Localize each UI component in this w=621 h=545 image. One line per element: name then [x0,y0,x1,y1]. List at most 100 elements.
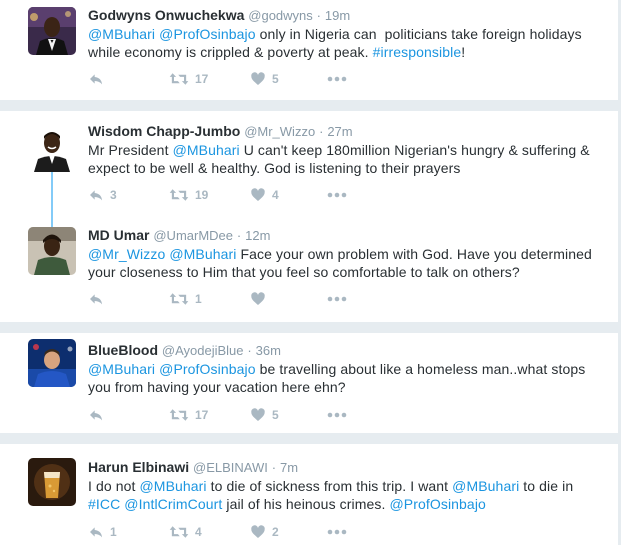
author-handle[interactable]: @Mr_Wizzo [244,124,315,139]
heart-icon [251,408,265,421]
timestamp[interactable]: 7m [280,460,298,475]
tweet-text-line: expect to be well & healthy. God is list… [88,159,606,177]
author-handle[interactable]: @godwyns [248,8,313,23]
like-button[interactable]: 5 [250,71,327,87]
more-button[interactable] [327,529,347,535]
author-handle[interactable]: @UmarMDee [153,228,233,243]
tweet-text-line: Mr President @MBuhari U can't keep 180mi… [88,141,606,159]
author-handle[interactable]: @ELBINAWI [193,460,268,475]
author-handle[interactable]: @AyodejiBlue [162,343,244,358]
timestamp[interactable]: 36m [256,343,281,358]
author-name[interactable]: Godwyns Onwuchekwa [88,7,244,23]
tweet-text-segment: expect to be well & healthy. God is list… [88,160,461,176]
tweet[interactable]: Harun Elbinawi @ELBINAWI · 7m I do not @… [0,444,618,545]
author-name[interactable]: Wisdom Chapp-Jumbo [88,123,240,139]
tweet-text-segment: jail of his heinous crimes. [222,496,390,512]
tweet-link[interactable]: @MBuhari [452,478,519,494]
avatar[interactable] [28,7,76,55]
tweet-text-line: while economy is crippled & poverty at p… [88,43,606,61]
tweet-link[interactable]: @Mr_Wizzo [88,246,165,262]
tweet-text-segment: be travelling about like a homeless man.… [255,361,586,377]
more-button[interactable] [327,76,347,82]
reply-icon [90,294,102,305]
tweet[interactable]: Godwyns Onwuchekwa @godwyns · 19m @MBuha… [0,0,618,100]
tweet-text-segment: U can't keep 180million Nigerian's hungr… [239,142,590,158]
more-icon [327,76,347,82]
more-icon [327,192,347,198]
reply-button[interactable] [88,291,169,307]
tweet-link[interactable]: @MBuhari [173,142,240,158]
tweet-text: I do not @MBuhari to die of sickness fro… [88,477,606,513]
retweet-icon [169,526,189,538]
retweet-button[interactable]: 19 [169,187,250,203]
retweet-button[interactable]: 17 [169,71,250,87]
retweet-count: 17 [195,72,209,86]
more-icon [327,296,347,302]
retweet-icon [169,293,189,305]
timestamp[interactable]: 27m [327,124,352,139]
tweet-link[interactable]: @IntlCrimCourt [124,496,222,512]
reply-button[interactable] [88,71,169,87]
more-button[interactable] [327,296,347,302]
avatar[interactable] [28,124,76,172]
avatar[interactable] [28,458,76,506]
tweet-text-segment: to die in [519,478,574,494]
like-button[interactable] [250,291,327,307]
reply-button[interactable]: 1 [88,524,169,540]
tweet[interactable]: BlueBlood @AyodejiBlue · 36m @MBuhari @P… [0,333,618,433]
reply-icon [90,410,102,421]
retweet-button[interactable]: 17 [169,407,250,423]
tweet-text-line: your closeness to Him that you feel so c… [88,263,606,281]
avatar[interactable] [28,339,76,387]
timeline-stream: Godwyns Onwuchekwa @godwyns · 19m @MBuha… [0,0,618,545]
like-button[interactable]: 4 [250,187,327,203]
conversation-thread-line [51,171,53,229]
author-name[interactable]: Harun Elbinawi [88,459,189,475]
tweet-text: @MBuhari @ProfOsinbajo only in Nigeria c… [88,25,606,61]
timestamp[interactable]: 19m [325,8,350,23]
reply-button[interactable]: 3 [88,187,169,203]
retweet-count: 19 [195,188,209,202]
tweet-text-segment: only in Nigeria can politicians take for… [255,26,582,42]
time-separator: · [316,8,322,23]
author-name[interactable]: MD Umar [88,227,149,243]
reply-button[interactable] [88,407,169,423]
conversation-module: Wisdom Chapp-Jumbo @Mr_Wizzo · 27m Mr Pr… [0,111,618,322]
tweet-link[interactable]: @ProfOsinbajo [159,26,255,42]
heart-icon [251,292,265,305]
retweet-icon [169,409,189,421]
tweet-link[interactable]: @ProfOsinbajo [159,361,255,377]
tweet-text-segment: ! [461,44,466,60]
avatar[interactable] [28,227,76,275]
tweet-text-segment: you from having your vacation here ehn? [88,379,346,395]
more-button[interactable] [327,412,347,418]
like-count: 2 [272,525,279,539]
tweet-text-segment: to die of sickness from this trip. I wan… [206,478,453,494]
tweet-link[interactable]: @MBuhari [88,26,155,42]
tweet-link[interactable]: @ProfOsinbajo [389,496,485,512]
retweet-button[interactable]: 1 [169,291,250,307]
like-count: 5 [272,72,279,86]
tweet-text-segment: your closeness to Him that you feel so c… [88,264,520,280]
heart-icon [251,72,265,85]
tweet-text-segment: while economy is crippled & poverty at p… [88,44,373,60]
tweet-text-segment: Mr President [88,142,173,158]
tweet-link[interactable]: @MBuhari [88,361,155,377]
like-button[interactable]: 5 [250,407,327,423]
reply-count: 3 [110,188,117,202]
tweet-link[interactable]: #irresponsible [373,44,462,60]
tweet-text-line: @Mr_Wizzo @MBuhari Face your own problem… [88,245,606,263]
reply-icon [90,190,102,201]
tweet-link[interactable]: #ICC [88,496,120,512]
like-button[interactable]: 2 [250,524,327,540]
tweet-link[interactable]: @MBuhari [169,246,236,262]
more-button[interactable] [327,192,347,198]
reply-count: 1 [110,525,117,539]
author-name[interactable]: BlueBlood [88,342,158,358]
timestamp[interactable]: 12m [245,228,270,243]
tweet-link[interactable]: @MBuhari [140,478,207,494]
like-count: 5 [272,408,279,422]
retweet-button[interactable]: 4 [169,524,250,540]
retweet-count: 1 [195,292,202,306]
more-icon [327,529,347,535]
